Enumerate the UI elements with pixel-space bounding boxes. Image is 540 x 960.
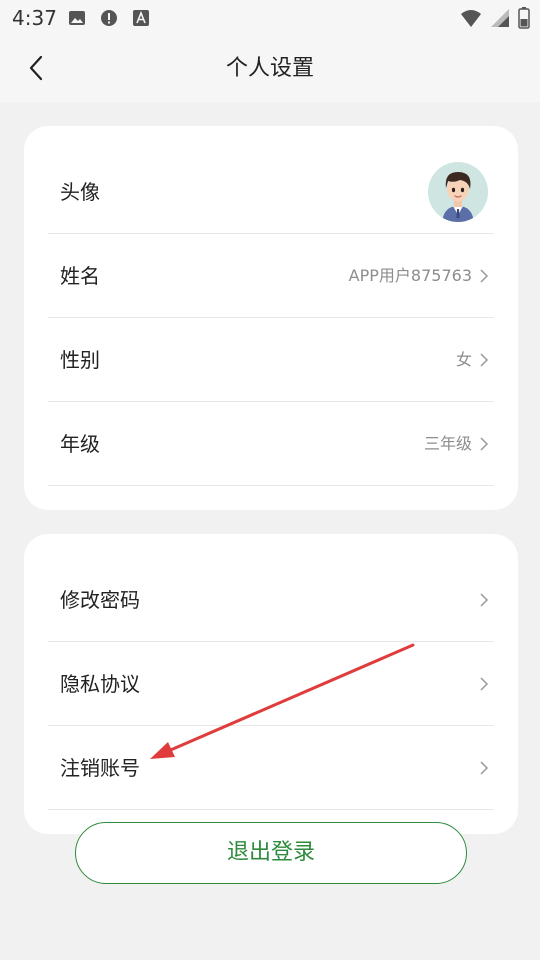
battery-icon <box>518 7 530 29</box>
chevron-right-icon <box>480 437 489 451</box>
avatar-row[interactable]: 头像 <box>48 150 494 234</box>
chevron-right-icon <box>480 269 489 283</box>
account-card: 修改密码 隐私协议 注销账号 <box>24 534 518 834</box>
status-notification-icons <box>68 9 150 27</box>
chevron-right-icon <box>480 761 489 775</box>
image-icon <box>69 11 85 25</box>
grade-row[interactable]: 年级 三年级 <box>48 402 494 486</box>
privacy-policy-row[interactable]: 隐私协议 <box>48 642 494 726</box>
chevron-left-icon <box>29 55 43 81</box>
avatar-label: 头像 <box>60 180 100 204</box>
status-time: 4:37 <box>12 6 57 30</box>
privacy-policy-label: 隐私协议 <box>60 672 140 696</box>
signal-icon <box>491 9 509 27</box>
name-value: APP用户875763 <box>348 266 472 285</box>
avatar-image <box>428 162 488 222</box>
status-bar: 4:37 <box>0 0 540 36</box>
delete-account-label: 注销账号 <box>60 756 140 780</box>
wifi-icon <box>461 10 481 27</box>
alert-icon <box>101 10 117 26</box>
app-bar: 个人设置 <box>0 36 540 102</box>
gender-value: 女 <box>455 350 472 369</box>
name-label: 姓名 <box>60 264 100 288</box>
gender-row[interactable]: 性别 女 <box>48 318 494 402</box>
gender-label: 性别 <box>60 348 100 372</box>
chevron-right-icon <box>480 677 489 691</box>
change-password-row[interactable]: 修改密码 <box>48 558 494 642</box>
name-row[interactable]: 姓名 APP用户875763 <box>48 234 494 318</box>
profile-card: 头像 姓名 APP用户875763 性别 女 年级 三年级 <box>24 126 518 510</box>
status-system-icons <box>460 7 530 29</box>
chevron-right-icon <box>480 593 489 607</box>
font-icon <box>133 10 149 26</box>
grade-value: 三年级 <box>423 434 472 453</box>
page-title: 个人设置 <box>225 56 314 81</box>
chevron-right-icon <box>480 353 489 367</box>
back-button[interactable] <box>18 48 54 88</box>
delete-account-row[interactable]: 注销账号 <box>48 726 494 810</box>
grade-label: 年级 <box>60 432 100 456</box>
avatar[interactable] <box>428 162 488 222</box>
change-password-label: 修改密码 <box>60 588 140 612</box>
logout-button[interactable]: 退出登录 <box>75 822 467 884</box>
